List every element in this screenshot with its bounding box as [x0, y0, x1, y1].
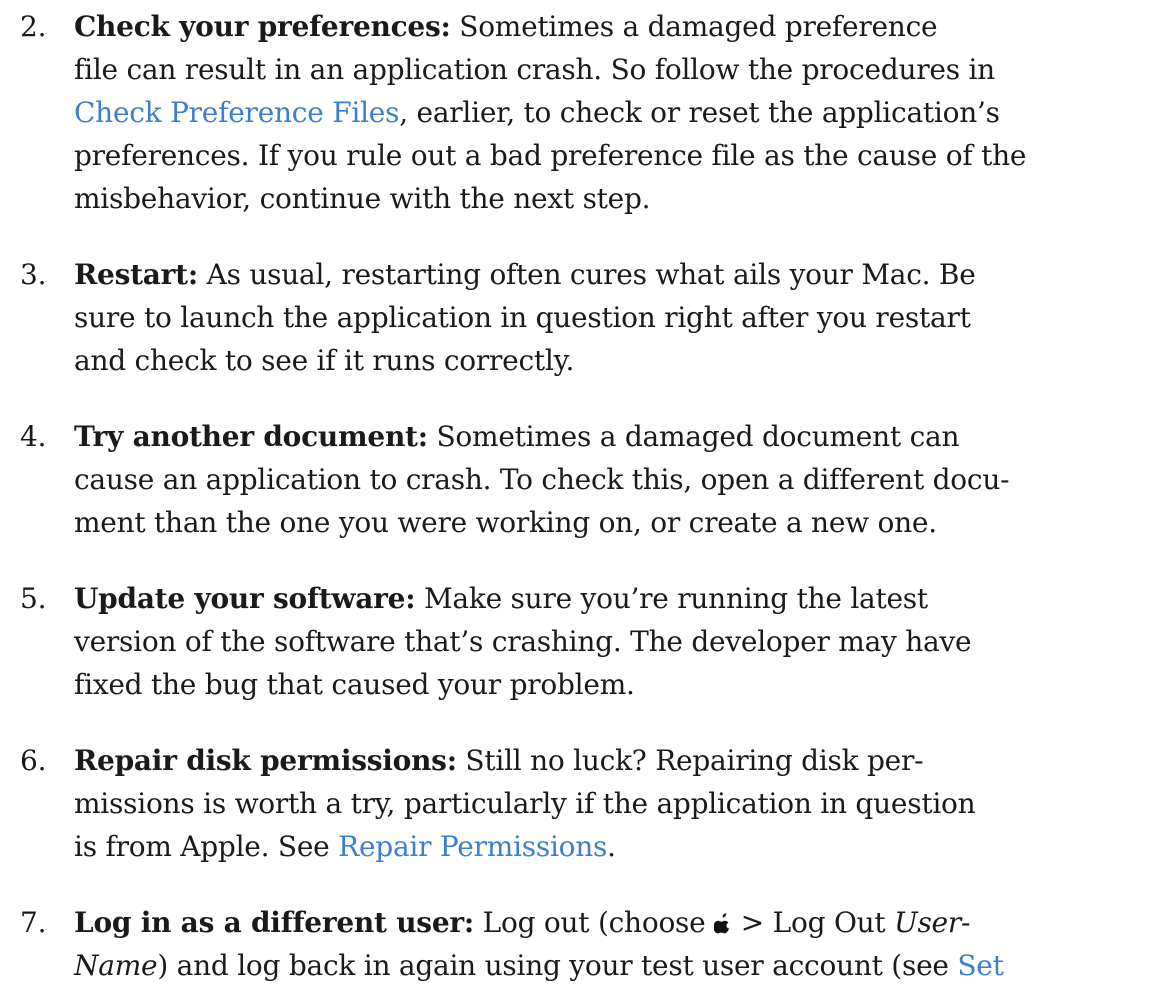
list-item-step-3: 3. Restart: As usual, restarting often c… — [16, 253, 1156, 382]
step-number: 4. — [20, 420, 47, 453]
step-number: 3. — [20, 258, 47, 291]
text-line: Name) and log back in again using your t… — [74, 949, 1004, 982]
text-line: missions is worth a try, particularly if… — [74, 787, 976, 820]
list-item-step-5: 5. Update your software: Make sure you’r… — [16, 577, 1156, 706]
step-number: 6. — [20, 744, 47, 777]
text-line: Restart: As usual, restarting often cure… — [74, 258, 976, 291]
text-line: Check your preferences: Sometimes a dama… — [74, 10, 938, 43]
apple-menu-icon — [714, 912, 732, 934]
text-line: cause an application to crash. To check … — [74, 463, 1010, 496]
text-line: Check Preference Files, earlier, to chec… — [74, 96, 1000, 129]
step-heading: Check your preferences: — [74, 10, 451, 43]
step-number: 5. — [20, 582, 47, 615]
link-check-preference-files[interactable]: Check Preference Files — [74, 96, 399, 129]
step-number: 2. — [20, 10, 47, 43]
link-repair-permissions[interactable]: Repair Permissions — [338, 830, 607, 863]
text-line: file can result in an application crash.… — [74, 53, 995, 86]
step-heading: Repair disk permissions: — [74, 744, 457, 777]
text-line: and check to see if it runs correctly. — [74, 344, 575, 377]
text-line: preferences. If you rule out a bad prefe… — [74, 139, 1027, 172]
text-line: Repair disk permissions: Still no luck? … — [74, 744, 924, 777]
text-line: misbehavior, continue with the next step… — [74, 182, 651, 215]
text-line: sure to launch the application in questi… — [74, 301, 971, 334]
text-line: version of the software that’s crashing.… — [74, 625, 972, 658]
step-number: 7. — [20, 906, 47, 939]
text-line: ment than the one you were working on, o… — [74, 506, 937, 539]
step-heading: Update your software: — [74, 582, 416, 615]
step-heading: Try another document: — [74, 420, 428, 453]
text-line: Try another document: Sometimes a damage… — [74, 420, 960, 453]
list-item-step-2: 2. Check your preferences: Sometimes a d… — [16, 5, 1156, 220]
document-page: 2. Check your preferences: Sometimes a d… — [0, 0, 1161, 994]
troubleshooting-steps-list: 2. Check your preferences: Sometimes a d… — [0, 5, 1161, 987]
text-line: is from Apple. See Repair Permissions. — [74, 830, 616, 863]
list-item-step-6: 6. Repair disk permissions: Still no luc… — [16, 739, 1156, 868]
italic-username: User- — [894, 906, 971, 939]
step-heading: Log in as a different user: — [74, 906, 474, 939]
step-heading: Restart: — [74, 258, 198, 291]
text-line: fixed the bug that caused your problem. — [74, 668, 635, 701]
link-set-up-test-account[interactable]: Set — [957, 949, 1004, 982]
list-item-step-7: 7. Log in as a different user: Log out (… — [16, 901, 1156, 987]
text-line: Update your software: Make sure you’re r… — [74, 582, 928, 615]
text-line: Log in as a different user: Log out (cho… — [74, 906, 971, 939]
list-item-step-4: 4. Try another document: Sometimes a dam… — [16, 415, 1156, 544]
